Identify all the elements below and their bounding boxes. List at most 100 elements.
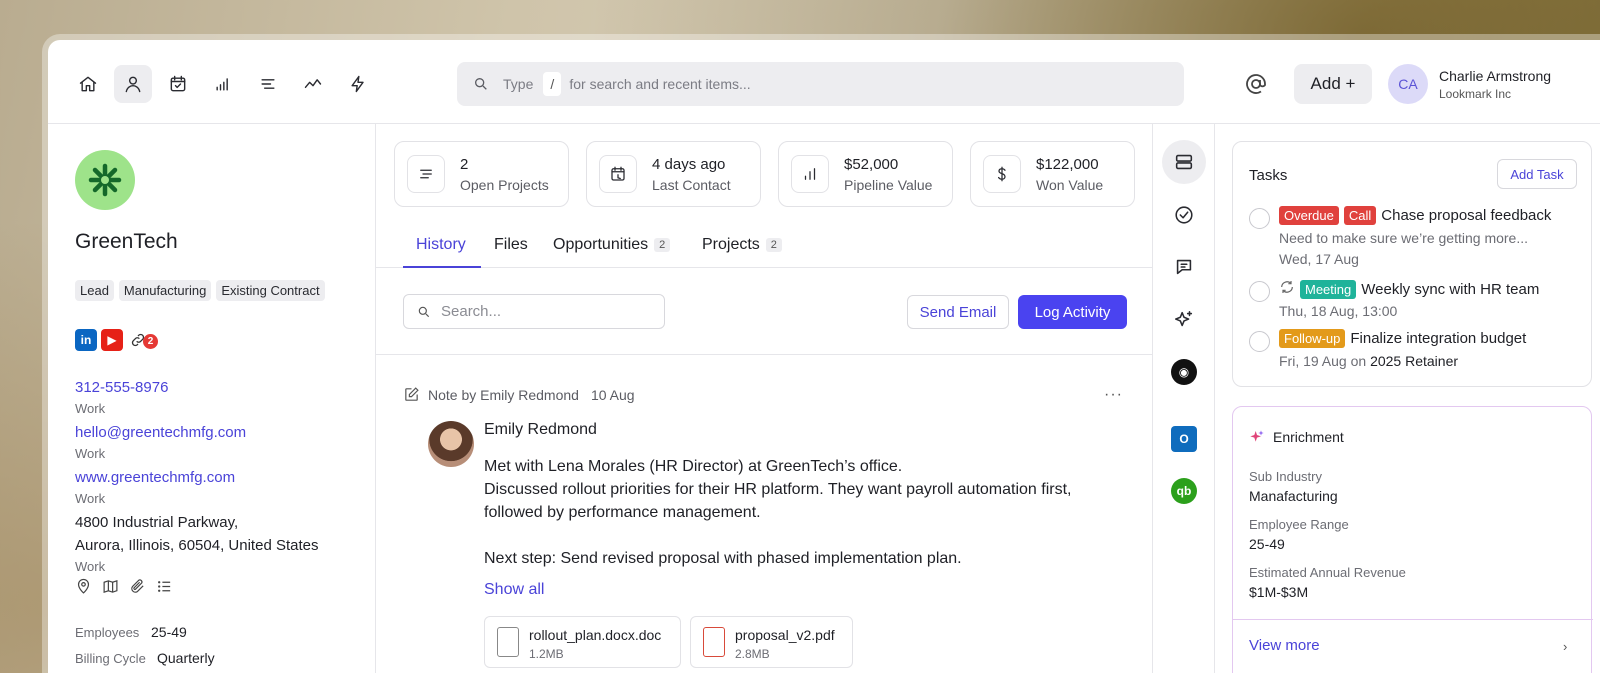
stack-icon[interactable] bbox=[1162, 140, 1206, 184]
app-window: Type / for search and recent items... Ad… bbox=[48, 40, 1600, 673]
task-date: Thu, 18 Aug, 13:00 bbox=[1279, 303, 1398, 319]
map-icon[interactable] bbox=[102, 578, 119, 600]
youtube-icon[interactable]: ▶ bbox=[101, 329, 123, 351]
task-project[interactable]: 2025 Retainer bbox=[1370, 353, 1458, 369]
note-line: followed by performance management. bbox=[484, 504, 761, 521]
home-icon[interactable] bbox=[69, 65, 107, 103]
tag[interactable]: Existing Contract bbox=[216, 280, 325, 301]
doc-file-icon bbox=[497, 627, 519, 657]
add-task-button[interactable]: Add Task bbox=[1497, 159, 1577, 189]
company-tags: Lead Manufacturing Existing Contract bbox=[75, 280, 325, 301]
tab-history[interactable]: History bbox=[416, 236, 466, 254]
overdue-badge: Overdue bbox=[1279, 206, 1339, 225]
list-icon[interactable] bbox=[249, 65, 287, 103]
tab-files[interactable]: Files bbox=[494, 236, 528, 254]
trend-line-icon[interactable] bbox=[294, 65, 332, 103]
tab-label: Files bbox=[494, 236, 528, 253]
search-icon bbox=[418, 306, 430, 317]
task-date: Fri, 19 Aug bbox=[1279, 353, 1347, 369]
attachment[interactable]: proposal_v2.pdf 2.8MB bbox=[690, 616, 853, 668]
note-line: Next step: Send revised proposal with ph… bbox=[484, 550, 962, 567]
link-count-badge: 2 bbox=[143, 334, 158, 349]
bullet-list-icon[interactable] bbox=[156, 578, 173, 600]
signal-bars-icon[interactable] bbox=[204, 65, 242, 103]
outlook-app-icon[interactable]: O bbox=[1162, 417, 1206, 461]
employees-label: Employees bbox=[75, 625, 140, 640]
search-shortcut-key: / bbox=[543, 72, 562, 96]
person-icon[interactable] bbox=[114, 65, 152, 103]
tag[interactable]: Manufacturing bbox=[118, 280, 212, 301]
task-on: on bbox=[1350, 353, 1367, 369]
stat-label: Pipeline Value bbox=[844, 177, 933, 193]
history-search-input[interactable]: Search... bbox=[403, 294, 665, 329]
global-search-input[interactable]: Type / for search and recent items... bbox=[457, 62, 1184, 106]
pdf-file-icon bbox=[703, 627, 725, 657]
task-title: Finalize integration budget bbox=[1350, 330, 1527, 347]
tab-opportunities[interactable]: Opportunities 2 bbox=[553, 236, 671, 254]
paperclip-icon[interactable] bbox=[129, 578, 146, 600]
add-button[interactable]: Add + bbox=[1294, 64, 1372, 104]
stat-pipeline-value[interactable]: $52,000 Pipeline Value bbox=[778, 141, 953, 207]
billing-cycle-value: Quarterly bbox=[157, 650, 215, 666]
search-placeholder: for search and recent items... bbox=[569, 76, 751, 92]
stat-label: Last Contact bbox=[652, 177, 731, 193]
show-all-link[interactable]: Show all bbox=[484, 581, 544, 599]
divider bbox=[376, 354, 1153, 355]
user-avatar[interactable]: CA bbox=[1388, 64, 1428, 104]
phone-link[interactable]: 312-555-8976 bbox=[75, 379, 168, 396]
check-circle-icon[interactable] bbox=[1162, 193, 1206, 237]
tag[interactable]: Lead bbox=[75, 280, 114, 301]
search-type-label: Type bbox=[503, 76, 534, 92]
address-type: Work bbox=[75, 559, 106, 574]
stat-value: $52,000 bbox=[844, 156, 899, 173]
stat-last-contact[interactable]: 4 days ago Last Contact bbox=[586, 141, 761, 207]
sub-industry-value: Manafacturing bbox=[1249, 488, 1338, 504]
tab-label: History bbox=[416, 236, 466, 253]
website-link[interactable]: www.greentechmfg.com bbox=[75, 469, 235, 486]
tab-label: Opportunities bbox=[553, 236, 649, 253]
calendar-check-icon[interactable] bbox=[159, 65, 197, 103]
tab-count: 2 bbox=[654, 238, 671, 252]
main-content: 2 Open Projects 4 days ago Last Contact … bbox=[376, 124, 1153, 673]
linkedin-icon[interactable]: in bbox=[75, 329, 97, 351]
send-email-button[interactable]: Send Email bbox=[907, 295, 1009, 329]
task-checkbox[interactable] bbox=[1249, 331, 1270, 352]
view-more-link[interactable]: View more bbox=[1249, 637, 1320, 654]
chat-icon[interactable] bbox=[1162, 245, 1206, 289]
enrichment-title: Enrichment bbox=[1273, 429, 1344, 445]
sub-industry-label: Sub Industry bbox=[1249, 469, 1322, 484]
lightning-icon[interactable] bbox=[339, 65, 377, 103]
note-body: Met with Lena Morales (HR Director) at G… bbox=[484, 455, 1124, 570]
stat-value: 2 bbox=[460, 156, 469, 173]
task-note: Need to make sure we’re getting more... bbox=[1279, 230, 1529, 246]
company-name: GreenTech bbox=[75, 230, 178, 253]
list-icon bbox=[407, 155, 445, 193]
task-checkbox[interactable] bbox=[1249, 208, 1270, 229]
stat-open-projects[interactable]: 2 Open Projects bbox=[394, 141, 569, 207]
more-options-icon[interactable]: ··· bbox=[1104, 386, 1123, 404]
address-actions bbox=[75, 578, 173, 600]
dollar-icon bbox=[983, 155, 1021, 193]
chevron-right-icon[interactable]: › bbox=[1563, 639, 1567, 654]
avatar bbox=[428, 421, 474, 467]
quickbooks-app-icon[interactable]: qb bbox=[1162, 469, 1206, 513]
leaf-burst-icon bbox=[88, 163, 122, 197]
search-icon bbox=[473, 76, 489, 92]
attachment[interactable]: rollout_plan.docx.doc 1.2MB bbox=[484, 616, 681, 668]
company-sidebar: GreenTech Lead Manufacturing Existing Co… bbox=[48, 124, 376, 673]
mentions-icon[interactable] bbox=[1244, 72, 1268, 96]
active-tab-indicator bbox=[403, 266, 481, 268]
link-icon[interactable]: 2 bbox=[127, 329, 158, 351]
enrichment-card: Enrichment Sub Industry Manafacturing Em… bbox=[1232, 406, 1593, 673]
tab-projects[interactable]: Projects 2 bbox=[702, 236, 782, 254]
podcast-app-icon[interactable]: ◉ bbox=[1162, 350, 1206, 394]
task-title: Weekly sync with HR team bbox=[1361, 280, 1540, 298]
task-checkbox[interactable] bbox=[1249, 281, 1270, 302]
email-link[interactable]: hello@greentechmfg.com bbox=[75, 424, 246, 441]
employee-range-value: 25-49 bbox=[1249, 536, 1285, 552]
log-activity-button[interactable]: Log Activity bbox=[1018, 295, 1127, 329]
map-pin-icon[interactable] bbox=[75, 578, 92, 600]
stat-won-value[interactable]: $122,000 Won Value bbox=[970, 141, 1135, 207]
sparkle-icon[interactable] bbox=[1162, 298, 1206, 342]
content-tabs: History Files Opportunities 2 Projects 2 bbox=[376, 224, 1153, 268]
